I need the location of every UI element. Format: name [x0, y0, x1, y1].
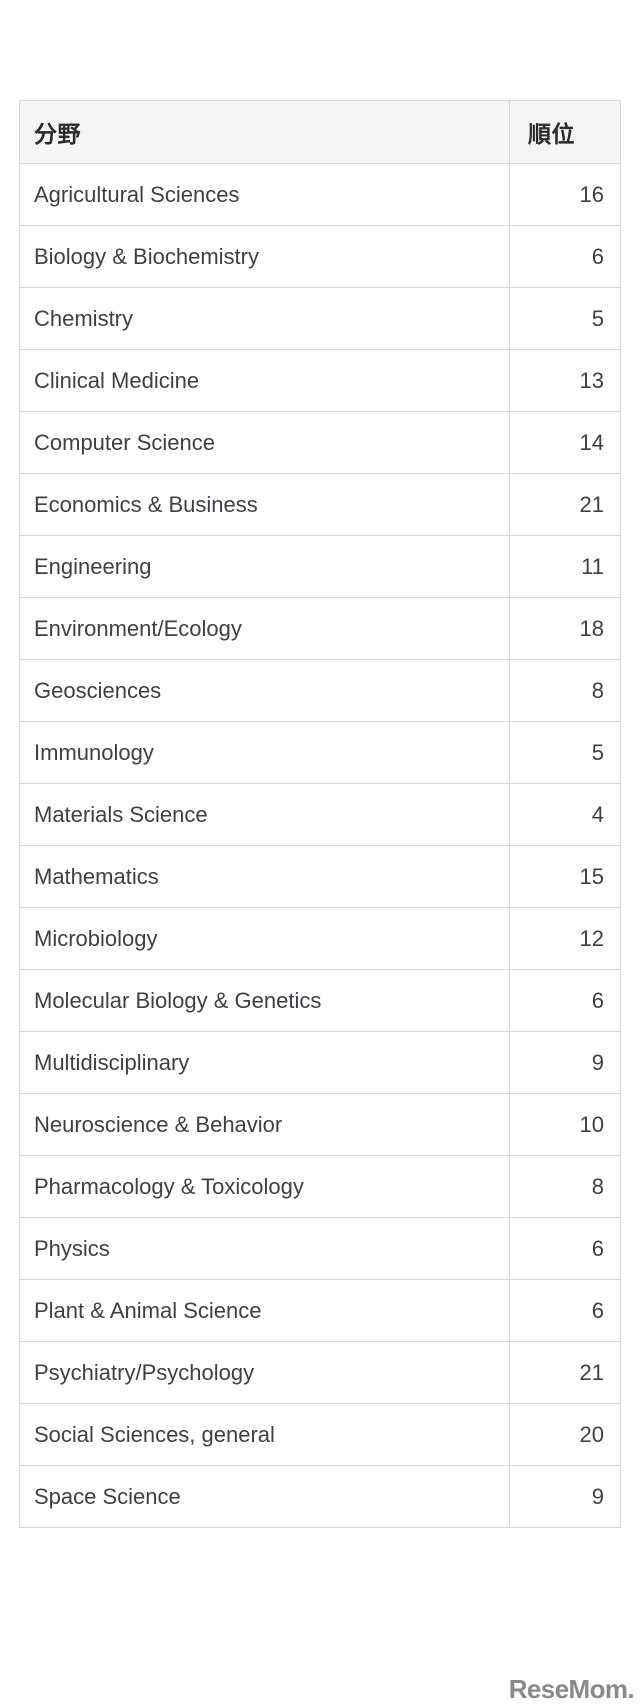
table-row: Neuroscience & Behavior 10	[19, 1093, 621, 1156]
table-row: Materials Science 4	[19, 783, 621, 846]
table-row: Computer Science 14	[19, 411, 621, 474]
cell-field: Physics	[19, 1217, 510, 1280]
cell-field: Environment/Ecology	[19, 597, 510, 660]
cell-rank: 12	[509, 907, 621, 970]
column-header-rank: 順位	[509, 100, 621, 164]
cell-field: Biology & Biochemistry	[19, 225, 510, 288]
cell-field: Chemistry	[19, 287, 510, 350]
cell-field: Space Science	[19, 1465, 510, 1528]
table-row: Engineering 11	[19, 535, 621, 598]
cell-rank: 16	[509, 163, 621, 226]
cell-rank: 14	[509, 411, 621, 474]
cell-rank: 8	[509, 659, 621, 722]
page-root: 分野 順位 Agricultural Sciences 16 Biology & B…	[0, 0, 640, 1708]
cell-field: Geosciences	[19, 659, 510, 722]
cell-rank: 10	[509, 1093, 621, 1156]
cell-rank: 5	[509, 721, 621, 784]
cell-field: Agricultural Sciences	[19, 163, 510, 226]
cell-rank: 21	[509, 1341, 621, 1404]
table-header-row: 分野 順位	[19, 100, 621, 164]
table-row: Agricultural Sciences 16	[19, 163, 621, 226]
cell-field: Economics & Business	[19, 473, 510, 536]
table-row: Multidisciplinary 9	[19, 1031, 621, 1094]
cell-field: Plant & Animal Science	[19, 1279, 510, 1342]
cell-rank: 13	[509, 349, 621, 412]
cell-field: Molecular Biology & Genetics	[19, 969, 510, 1032]
cell-rank: 8	[509, 1155, 621, 1218]
cell-rank: 9	[509, 1031, 621, 1094]
table-row: Mathematics 15	[19, 845, 621, 908]
rank-table-container: 分野 順位 Agricultural Sciences 16 Biology & B…	[19, 100, 621, 1528]
cell-field: Social Sciences, general	[19, 1403, 510, 1466]
cell-rank: 6	[509, 1279, 621, 1342]
cell-rank: 6	[509, 225, 621, 288]
cell-rank: 18	[509, 597, 621, 660]
field-rank-table: 分野 順位 Agricultural Sciences 16 Biology & B…	[19, 100, 621, 1528]
cell-field: Mathematics	[19, 845, 510, 908]
table-row: Geosciences 8	[19, 659, 621, 722]
cell-rank: 9	[509, 1465, 621, 1528]
cell-field: Immunology	[19, 721, 510, 784]
cell-rank: 15	[509, 845, 621, 908]
table-row: Immunology 5	[19, 721, 621, 784]
table-row: Microbiology 12	[19, 907, 621, 970]
cell-rank: 6	[509, 969, 621, 1032]
cell-field: Psychiatry/Psychology	[19, 1341, 510, 1404]
table-row: Environment/Ecology 18	[19, 597, 621, 660]
cell-rank: 5	[509, 287, 621, 350]
cell-field: Engineering	[19, 535, 510, 598]
resemom-watermark:  ReseMom.	[508, 1669, 635, 1704]
cell-rank: 6	[509, 1217, 621, 1280]
table-header: 分野 順位	[19, 100, 621, 164]
table-row: Molecular Biology & Genetics 6	[19, 969, 621, 1032]
table-row: Pharmacology & Toxicology 8	[19, 1155, 621, 1218]
cell-rank: 4	[509, 783, 621, 846]
cell-field: Materials Science	[19, 783, 510, 846]
cell-rank: 20	[509, 1403, 621, 1466]
table-row: Space Science 9	[19, 1465, 621, 1528]
table-row: Physics 6	[19, 1217, 621, 1280]
table-row: Economics & Business 21	[19, 473, 621, 536]
table-row: Chemistry 5	[19, 287, 621, 350]
watermark-ticks: 	[600, 1668, 624, 1678]
cell-rank: 21	[509, 473, 621, 536]
table-row: Biology & Biochemistry 6	[19, 225, 621, 288]
cell-field: Computer Science	[19, 411, 510, 474]
column-header-field: 分野	[19, 100, 510, 164]
table-row: Plant & Animal Science 6	[19, 1279, 621, 1342]
table-row: Psychiatry/Psychology 21	[19, 1341, 621, 1404]
table-row: Clinical Medicine 13	[19, 349, 621, 412]
cell-field: Multidisciplinary	[19, 1031, 510, 1094]
cell-field: Clinical Medicine	[19, 349, 510, 412]
table-row: Social Sciences, general 20	[19, 1403, 621, 1466]
cell-field: Neuroscience & Behavior	[19, 1093, 510, 1156]
watermark-text: ReseMom	[508, 1674, 628, 1704]
table-body: Agricultural Sciences 16 Biology & Biochem…	[19, 163, 621, 1528]
cell-rank: 11	[509, 535, 621, 598]
cell-field: Pharmacology & Toxicology	[19, 1155, 510, 1218]
watermark-dot: .	[627, 1674, 634, 1704]
cell-field: Microbiology	[19, 907, 510, 970]
